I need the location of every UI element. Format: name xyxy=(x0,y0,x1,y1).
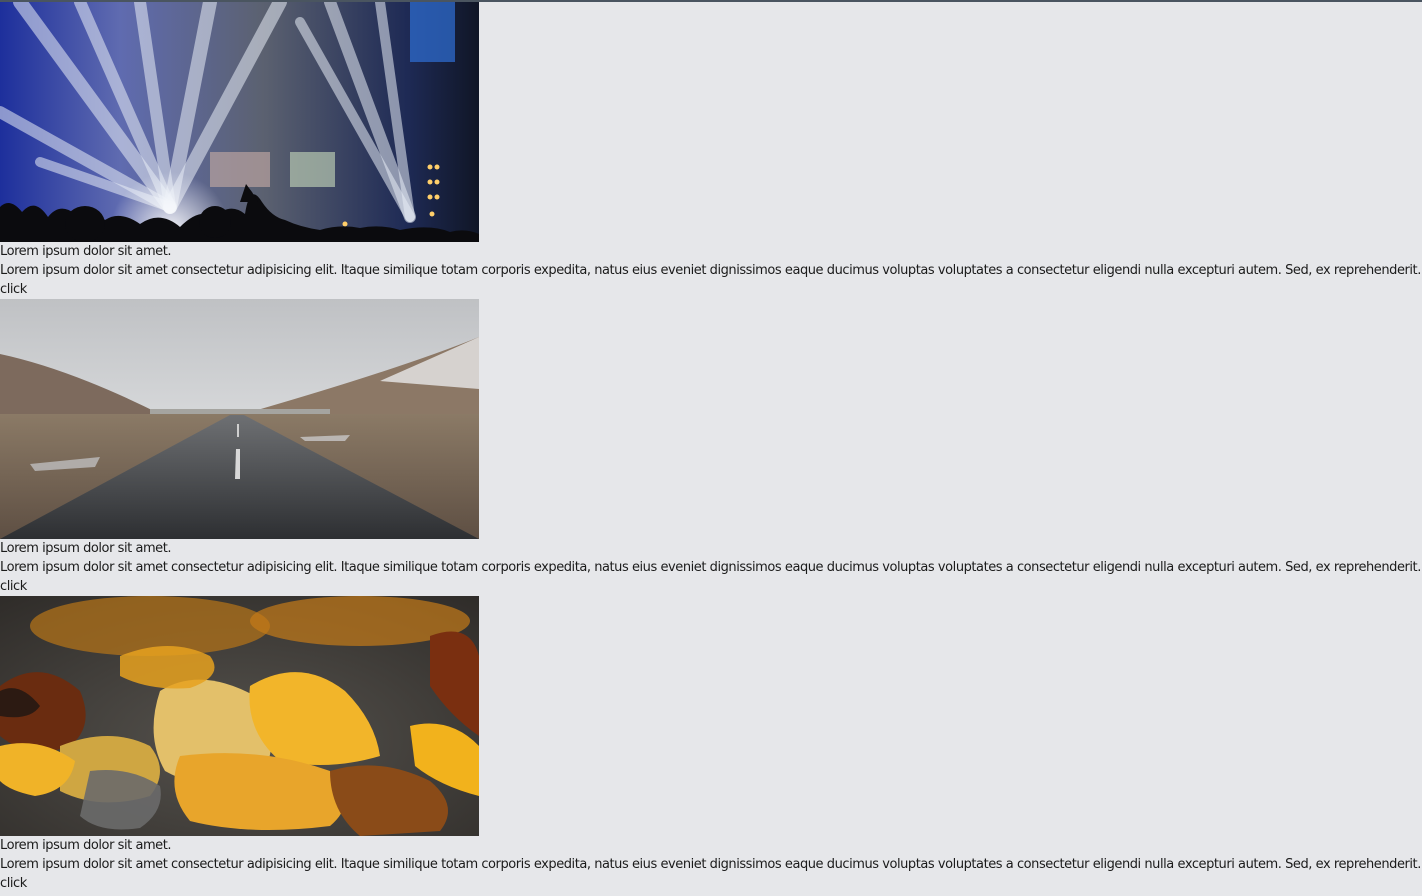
card-text: Lorem ipsum dolor sit amet consectetur a… xyxy=(0,263,1421,278)
card-concert: Lorem ipsum dolor sit amet. Lorem ipsum … xyxy=(0,2,1422,299)
card-title: Lorem ipsum dolor sit amet. xyxy=(0,244,172,259)
click-link[interactable]: click xyxy=(0,577,1422,596)
card-title: Lorem ipsum dolor sit amet. xyxy=(0,838,172,853)
click-link[interactable]: click xyxy=(0,874,1422,893)
card-road: Lorem ipsum dolor sit amet. Lorem ipsum … xyxy=(0,299,1422,596)
click-link[interactable]: click xyxy=(0,280,1422,299)
card-text: Lorem ipsum dolor sit amet consectetur a… xyxy=(0,560,1421,575)
card-title: Lorem ipsum dolor sit amet. xyxy=(0,541,172,556)
leaves-image xyxy=(0,596,479,836)
concert-image xyxy=(0,2,479,242)
card-text: Lorem ipsum dolor sit amet consectetur a… xyxy=(0,857,1421,872)
road-image xyxy=(0,299,479,539)
card-leaves: Lorem ipsum dolor sit amet. Lorem ipsum … xyxy=(0,596,1422,893)
